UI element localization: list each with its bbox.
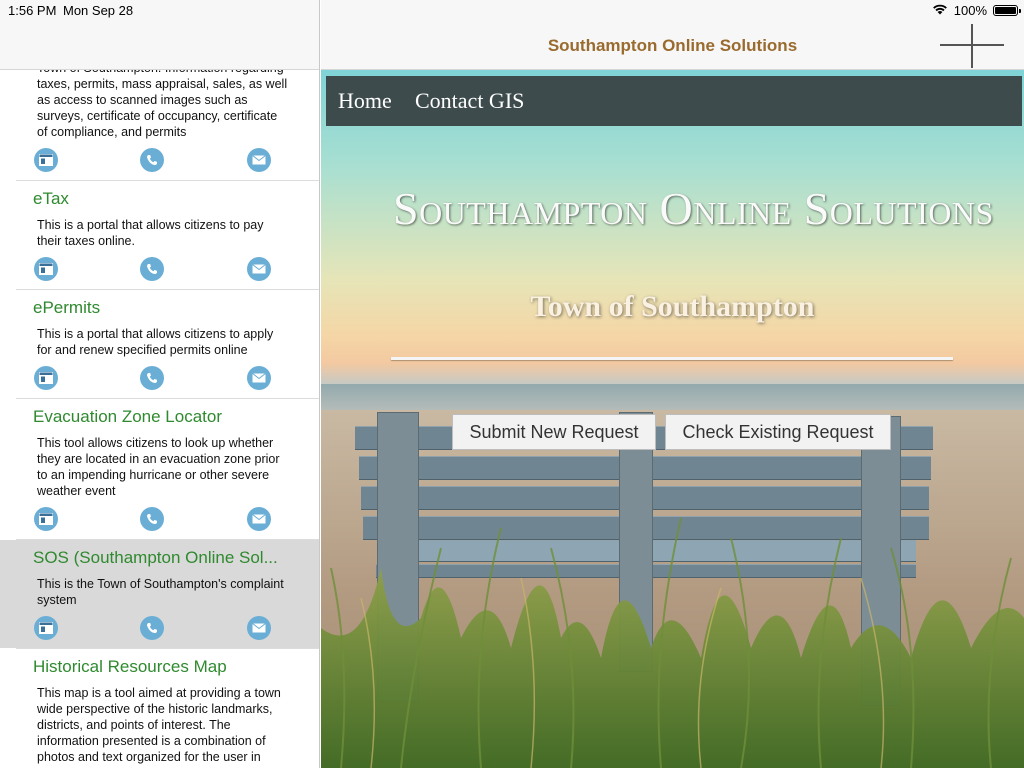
list-item-description: This is a portal that allows citizens to…: [37, 218, 264, 248]
web-icon: [39, 513, 53, 525]
phone-button[interactable]: [140, 366, 164, 390]
list-item-actions: [33, 140, 290, 180]
mail-icon: [252, 623, 266, 633]
list-item[interactable]: Evacuation Zone Locator This tool allows …: [0, 399, 319, 539]
email-button[interactable]: [247, 366, 271, 390]
list-item[interactable]: ePermits This is a portal that allows cit…: [0, 290, 319, 398]
list-item[interactable]: eTax This is a portal that allows citizen…: [0, 181, 319, 289]
web-icon: [39, 372, 53, 384]
email-button[interactable]: [247, 507, 271, 531]
phone-button[interactable]: [140, 616, 164, 640]
check-existing-request-button[interactable]: Check Existing Request: [665, 414, 891, 450]
status-bar: 1:56 PM Mon Sep 28 100%: [0, 0, 1024, 20]
site-nav-bar: Home Contact GIS: [326, 76, 1022, 126]
mail-icon: [252, 264, 266, 274]
website-button[interactable]: [34, 366, 58, 390]
hero-divider: [391, 357, 953, 360]
email-button[interactable]: [247, 616, 271, 640]
list-item-actions: [33, 358, 290, 398]
status-date: Mon Sep 28: [63, 3, 134, 18]
master-pane: Town of Southampton. Information regardi…: [0, 0, 320, 768]
list-item[interactable]: Town of Southampton. Information regardi…: [0, 70, 319, 180]
site-nav-home-link[interactable]: Home: [338, 88, 392, 114]
detail-pane: Southampton Online Solutions Home Contac…: [321, 0, 1024, 768]
phone-icon: [146, 263, 158, 275]
website-button[interactable]: [34, 257, 58, 281]
phone-button[interactable]: [140, 257, 164, 281]
phone-icon: [146, 154, 158, 166]
web-icon: [39, 263, 53, 275]
battery-percent: 100%: [953, 3, 987, 18]
email-button[interactable]: [247, 257, 271, 281]
list-item-actions: [33, 249, 290, 289]
background-sea: [321, 384, 1024, 410]
list-item-description: This is a portal that allows citizens to…: [37, 327, 274, 357]
list-item-description: This map is a tool aimed at providing a …: [37, 686, 281, 764]
submit-new-request-button[interactable]: Submit New Request: [452, 414, 656, 450]
add-button[interactable]: [940, 24, 1004, 68]
site-nav-contact-link[interactable]: Contact GIS: [415, 88, 524, 114]
web-view[interactable]: Home Contact GIS Southampton Online Solu…: [321, 70, 1024, 768]
list-item[interactable]: Historical Resources Map This map is a to…: [0, 649, 319, 768]
background-grass: [321, 517, 1024, 768]
phone-icon: [146, 372, 158, 384]
web-icon: [39, 622, 53, 634]
plus-icon: [940, 24, 1004, 68]
phone-button[interactable]: [140, 148, 164, 172]
list-item-title: eTax: [33, 189, 69, 208]
list-item-description: This is the Town of Southampton's compla…: [37, 577, 284, 607]
phone-icon: [146, 513, 158, 525]
hero-title: Southampton Online Solutions: [393, 183, 994, 234]
nav-title: Southampton Online Solutions: [547, 36, 798, 55]
web-icon: [39, 154, 53, 166]
mail-icon: [252, 155, 266, 165]
list-item-title: ePermits: [33, 298, 101, 317]
email-button[interactable]: [247, 148, 271, 172]
list-item-description: Town of Southampton. Information regardi…: [37, 70, 288, 139]
list-item-title: Evacuation Zone Locator: [33, 407, 223, 426]
list-item-title: SOS (Southampton Online Sol...: [33, 548, 278, 567]
list-item-description: This tool allows citizens to look up whe…: [37, 436, 280, 498]
mail-icon: [252, 514, 266, 524]
website-button[interactable]: [34, 148, 58, 172]
list-item-title: Historical Resources Map: [33, 657, 227, 676]
website-button[interactable]: [34, 507, 58, 531]
list-item[interactable]: SOS (Southampton Online Sol... This is th…: [0, 540, 319, 648]
hero-subtitle: Town of Southampton: [530, 290, 815, 323]
wifi-icon: [932, 3, 948, 18]
list-item-actions: [33, 608, 290, 648]
app-list[interactable]: Town of Southampton. Information regardi…: [0, 70, 319, 768]
mail-icon: [252, 373, 266, 383]
phone-button[interactable]: [140, 507, 164, 531]
status-indicators: 100%: [932, 3, 1021, 18]
website-button[interactable]: [34, 616, 58, 640]
list-item-actions: [33, 499, 290, 539]
phone-icon: [146, 622, 158, 634]
battery-icon: [993, 5, 1021, 16]
status-time: 1:56 PM: [8, 3, 57, 18]
